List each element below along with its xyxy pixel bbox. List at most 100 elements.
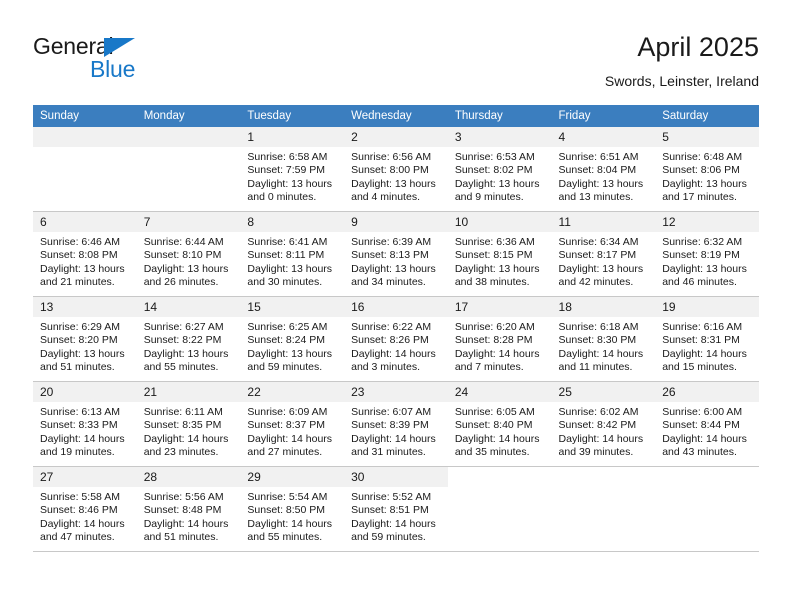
calendar-day-cell[interactable]: 2 Sunrise: 6:56 AM Sunset: 8:00 PM Daylight…: [344, 127, 448, 212]
day-number: 26: [655, 382, 759, 402]
calendar-day-cell[interactable]: 26 Sunrise: 6:00 AM Sunset: 8:44 PM Dayligh…: [655, 381, 759, 467]
calendar-cell-empty: [447, 466, 552, 552]
day-details: Sunrise: 6:56 AM Sunset: 8:00 PM Daylight:…: [344, 147, 448, 205]
day-number: 27: [33, 467, 137, 487]
calendar-day-cell[interactable]: 19 Sunrise: 6:16 AM Sunset: 8:31 PM Dayligh…: [655, 296, 759, 382]
daylight-duration-line1: Daylight: 13 hours: [662, 262, 747, 275]
day-number: 3: [447, 127, 552, 147]
daylight-duration-line2: and 19 minutes.: [40, 446, 115, 459]
calendar-day-cell[interactable]: 24 Sunrise: 6:05 AM Sunset: 8:40 PM Dayligh…: [447, 381, 552, 467]
day-number: 29: [240, 467, 345, 487]
day-number: 20: [33, 382, 137, 402]
sunset-time: Sunset: 8:13 PM: [351, 249, 429, 262]
daylight-duration-line1: Daylight: 14 hours: [662, 432, 747, 445]
weekday-header-saturday: Saturday: [655, 105, 759, 127]
daylight-duration-line1: Daylight: 13 hours: [143, 262, 229, 275]
day-number: 30: [344, 467, 448, 487]
sunset-time: Sunset: 8:20 PM: [40, 334, 118, 347]
calendar-day-cell[interactable]: 28 Sunrise: 5:56 AM Sunset: 8:48 PM Dayligh…: [136, 466, 241, 552]
day-number-placeholder: [136, 127, 241, 147]
day-number: 17: [447, 297, 552, 317]
calendar-day-cell[interactable]: 4 Sunrise: 6:51 AM Sunset: 8:04 PM Daylight…: [551, 127, 656, 212]
day-number: 22: [240, 382, 345, 402]
daylight-duration-line2: and 3 minutes.: [351, 361, 420, 374]
calendar-day-cell[interactable]: 20 Sunrise: 6:13 AM Sunset: 8:33 PM Dayligh…: [33, 381, 137, 467]
sunrise-time: Sunrise: 6:46 AM: [40, 236, 120, 248]
sunset-time: Sunset: 8:33 PM: [40, 419, 118, 432]
calendar-day-cell[interactable]: 10 Sunrise: 6:36 AM Sunset: 8:15 PM Dayligh…: [447, 211, 552, 297]
day-details: Sunrise: 6:07 AM Sunset: 8:39 PM Daylight:…: [344, 402, 448, 460]
calendar-day-cell[interactable]: 7 Sunrise: 6:44 AM Sunset: 8:10 PM Daylight…: [136, 211, 241, 297]
daylight-duration-line1: Daylight: 14 hours: [558, 347, 644, 360]
sunset-time: Sunset: 8:48 PM: [143, 504, 222, 517]
day-details: Sunrise: 6:02 AM Sunset: 8:42 PM Daylight:…: [552, 402, 656, 460]
calendar-day-cell[interactable]: 15 Sunrise: 6:25 AM Sunset: 8:24 PM Dayligh…: [240, 296, 345, 382]
daylight-duration-line2: and 59 minutes.: [247, 361, 323, 374]
calendar-day-cell[interactable]: 14 Sunrise: 6:27 AM Sunset: 8:22 PM Dayligh…: [136, 296, 241, 382]
day-details: Sunrise: 6:05 AM Sunset: 8:40 PM Daylight:…: [448, 402, 552, 460]
day-details: Sunrise: 6:58 AM Sunset: 7:59 PM Daylight:…: [240, 147, 344, 205]
sunset-time: Sunset: 8:51 PM: [351, 504, 429, 517]
calendar-day-cell[interactable]: 23 Sunrise: 6:07 AM Sunset: 8:39 PM Dayligh…: [344, 381, 448, 467]
sunset-time: Sunset: 8:02 PM: [454, 164, 533, 177]
calendar-day-cell[interactable]: 29 Sunrise: 5:54 AM Sunset: 8:50 PM Dayligh…: [240, 466, 345, 552]
sunset-time: Sunset: 8:22 PM: [143, 334, 222, 347]
day-details: Sunrise: 6:27 AM Sunset: 8:22 PM Daylight:…: [137, 317, 241, 375]
calendar-body: 1 Sunrise: 6:58 AM Sunset: 7:59 PM Daylight…: [33, 127, 759, 552]
daylight-duration-line2: and 34 minutes.: [351, 276, 426, 289]
day-number: 25: [551, 382, 656, 402]
calendar-day-cell[interactable]: 9 Sunrise: 6:39 AM Sunset: 8:13 PM Daylight…: [344, 211, 448, 297]
daylight-duration-line2: and 4 minutes.: [351, 191, 420, 204]
day-details: Sunrise: 5:56 AM Sunset: 8:48 PM Daylight:…: [137, 487, 241, 545]
sunset-time: Sunset: 8:19 PM: [662, 249, 740, 262]
daylight-duration-line1: Daylight: 14 hours: [143, 432, 229, 445]
sunrise-time: Sunrise: 6:36 AM: [454, 236, 535, 248]
daylight-duration-line2: and 11 minutes.: [558, 361, 633, 374]
sunrise-time: Sunrise: 6:27 AM: [143, 321, 224, 333]
calendar-day-cell[interactable]: 11 Sunrise: 6:34 AM Sunset: 8:17 PM Dayligh…: [551, 211, 656, 297]
calendar-day-cell[interactable]: 13 Sunrise: 6:29 AM Sunset: 8:20 PM Dayligh…: [33, 296, 137, 382]
calendar-cell-empty: [33, 127, 137, 212]
daylight-duration-line1: Daylight: 14 hours: [143, 517, 229, 530]
daylight-duration-line2: and 7 minutes.: [454, 361, 524, 374]
sunrise-time: Sunrise: 6:20 AM: [454, 321, 535, 333]
sunrise-time: Sunrise: 6:34 AM: [558, 236, 639, 248]
day-number: 23: [344, 382, 448, 402]
calendar-day-cell[interactable]: 6 Sunrise: 6:46 AM Sunset: 8:08 PM Daylight…: [33, 211, 137, 297]
calendar-day-cell[interactable]: 25 Sunrise: 6:02 AM Sunset: 8:42 PM Dayligh…: [551, 381, 656, 467]
daylight-duration-line1: Daylight: 13 hours: [454, 262, 540, 275]
daylight-duration-line1: Daylight: 13 hours: [40, 262, 125, 275]
day-details: Sunrise: 6:09 AM Sunset: 8:37 PM Daylight:…: [240, 402, 344, 460]
calendar-day-cell[interactable]: 5 Sunrise: 6:48 AM Sunset: 8:06 PM Daylight…: [655, 127, 759, 212]
sunrise-time: Sunrise: 6:56 AM: [351, 151, 432, 163]
daylight-duration-line2: and 51 minutes.: [40, 361, 115, 374]
day-details: Sunrise: 6:00 AM Sunset: 8:44 PM Daylight:…: [655, 402, 759, 460]
calendar-day-cell[interactable]: 8 Sunrise: 6:41 AM Sunset: 8:11 PM Daylight…: [240, 211, 345, 297]
calendar-day-cell[interactable]: 12 Sunrise: 6:32 AM Sunset: 8:19 PM Dayligh…: [655, 211, 759, 297]
sunrise-time: Sunrise: 6:32 AM: [662, 236, 743, 248]
weekday-header-monday: Monday: [136, 105, 241, 127]
calendar-day-cell[interactable]: 22 Sunrise: 6:09 AM Sunset: 8:37 PM Dayligh…: [240, 381, 345, 467]
day-details: Sunrise: 6:32 AM Sunset: 8:19 PM Daylight:…: [655, 232, 759, 290]
day-number: 7: [136, 212, 241, 232]
calendar-day-cell[interactable]: 3 Sunrise: 6:53 AM Sunset: 8:02 PM Daylight…: [447, 127, 552, 212]
calendar-day-cell[interactable]: 18 Sunrise: 6:18 AM Sunset: 8:30 PM Dayligh…: [551, 296, 656, 382]
calendar-week-row: 6 Sunrise: 6:46 AM Sunset: 8:08 PM Daylight…: [33, 211, 759, 297]
daylight-duration-line1: Daylight: 13 hours: [247, 262, 333, 275]
calendar-day-cell[interactable]: 30 Sunrise: 5:52 AM Sunset: 8:51 PM Dayligh…: [344, 466, 448, 552]
day-details: Sunrise: 6:53 AM Sunset: 8:02 PM Daylight:…: [448, 147, 552, 205]
sunrise-time: Sunrise: 5:52 AM: [351, 491, 432, 503]
page-subtitle: Swords, Leinster, Ireland: [604, 73, 759, 89]
day-details: Sunrise: 6:22 AM Sunset: 8:26 PM Daylight:…: [344, 317, 448, 375]
daylight-duration-line2: and 9 minutes.: [454, 191, 524, 204]
day-number: 21: [136, 382, 241, 402]
calendar-day-cell[interactable]: 1 Sunrise: 6:58 AM Sunset: 7:59 PM Daylight…: [240, 127, 345, 212]
sunrise-time: Sunrise: 6:02 AM: [558, 406, 639, 418]
sunset-time: Sunset: 8:11 PM: [247, 249, 325, 262]
calendar-day-cell[interactable]: 21 Sunrise: 6:11 AM Sunset: 8:35 PM Dayligh…: [136, 381, 241, 467]
calendar-day-cell[interactable]: 27 Sunrise: 5:58 AM Sunset: 8:46 PM Dayligh…: [33, 466, 137, 552]
calendar-day-cell[interactable]: 16 Sunrise: 6:22 AM Sunset: 8:26 PM Dayligh…: [344, 296, 448, 382]
general-blue-logo[interactable]: General Blue: [33, 34, 233, 94]
calendar-day-cell[interactable]: 17 Sunrise: 6:20 AM Sunset: 8:28 PM Dayligh…: [447, 296, 552, 382]
sunset-time: Sunset: 8:24 PM: [247, 334, 326, 347]
